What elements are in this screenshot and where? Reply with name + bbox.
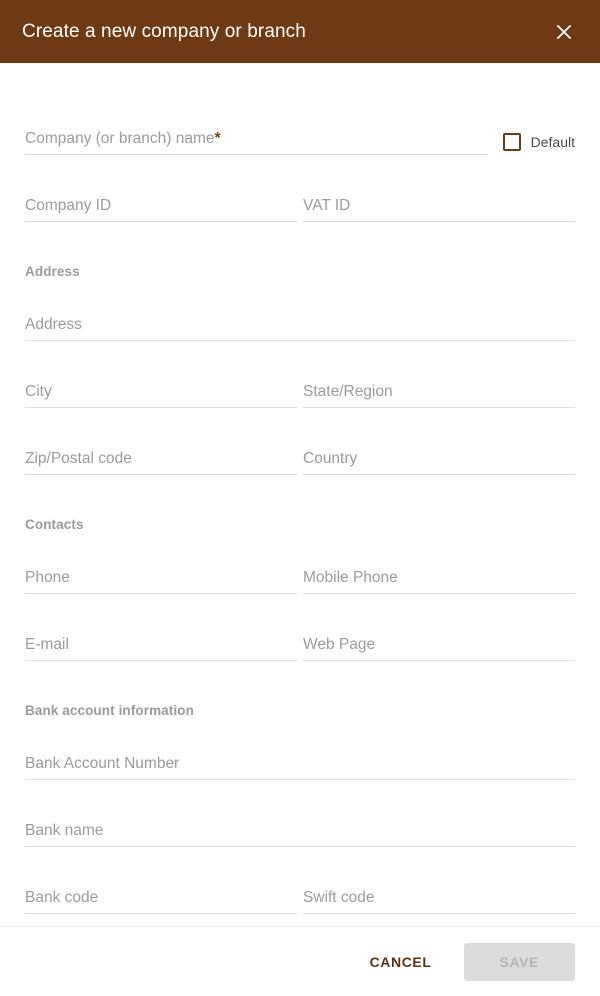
company-id-field[interactable]: Company ID (25, 194, 297, 222)
dialog-footer: CANCEL SAVE (0, 926, 600, 996)
swift-code-placeholder: Swift code (303, 889, 375, 906)
address-placeholder: Address (25, 316, 82, 333)
bank-section-header: Bank account information (25, 661, 575, 720)
default-checkbox-group[interactable]: Default (502, 133, 575, 155)
phone-row: Phone Mobile Phone (25, 534, 575, 594)
bank-account-number-row: Bank Account Number (25, 720, 575, 780)
dialog-header: Create a new company or branch (0, 0, 600, 63)
default-checkbox[interactable] (502, 133, 521, 151)
bank-section-title: Bank account information (25, 703, 194, 718)
identifiers-row: Company ID VAT ID (25, 155, 575, 222)
default-checkbox-label: Default (530, 134, 575, 150)
close-icon (554, 22, 574, 42)
zip-postal-code-placeholder: Zip/Postal code (25, 450, 132, 467)
city-state-row: City State/Region (25, 341, 575, 408)
state-region-field[interactable]: State/Region (303, 380, 575, 408)
zip-country-row: Zip/Postal code Country (25, 408, 575, 475)
dialog-title: Create a new company or branch (22, 20, 306, 42)
bank-name-placeholder: Bank name (25, 822, 104, 839)
company-name-placeholder: Company (or branch) name* (25, 130, 221, 147)
vat-id-field[interactable]: VAT ID (303, 194, 575, 222)
country-placeholder: Country (303, 450, 358, 467)
bank-name-field[interactable]: Bank name (25, 819, 575, 847)
bank-account-number-field[interactable]: Bank Account Number (25, 752, 575, 780)
create-company-dialog: Create a new company or branch Company (… (0, 0, 600, 996)
address-field[interactable]: Address (25, 313, 575, 341)
bank-codes-row: Bank code Swift code (25, 847, 575, 914)
city-field[interactable]: City (25, 380, 297, 408)
address-row: Address (25, 281, 575, 341)
email-placeholder: E-mail (25, 636, 69, 653)
contacts-section-title: Contacts (25, 517, 84, 532)
web-page-placeholder: Web Page (303, 636, 376, 653)
web-page-field[interactable]: Web Page (303, 633, 575, 661)
bank-account-number-placeholder: Bank Account Number (25, 755, 180, 772)
country-field[interactable]: Country (303, 447, 575, 475)
mobile-phone-field[interactable]: Mobile Phone (303, 566, 575, 594)
bank-name-row: Bank name (25, 780, 575, 847)
email-field[interactable]: E-mail (25, 633, 297, 661)
phone-placeholder: Phone (25, 569, 70, 586)
address-section-header: Address (25, 222, 575, 281)
required-marker: * (214, 130, 221, 147)
company-name-row: Company (or branch) name* Default (25, 64, 575, 155)
address-section-title: Address (25, 264, 80, 279)
vat-id-placeholder: VAT ID (303, 197, 351, 214)
mobile-phone-placeholder: Mobile Phone (303, 569, 398, 586)
state-region-placeholder: State/Region (303, 383, 393, 400)
company-id-placeholder: Company ID (25, 197, 112, 214)
close-dialog-button[interactable] (548, 16, 580, 48)
swift-code-field[interactable]: Swift code (303, 886, 575, 914)
email-web-row: E-mail Web Page (25, 594, 575, 661)
company-name-field[interactable]: Company (or branch) name* (25, 127, 488, 155)
bank-code-placeholder: Bank code (25, 889, 99, 906)
city-placeholder: City (25, 383, 52, 400)
phone-field[interactable]: Phone (25, 566, 297, 594)
contacts-section-header: Contacts (25, 475, 575, 534)
save-button[interactable]: SAVE (463, 942, 575, 981)
zip-postal-code-field[interactable]: Zip/Postal code (25, 447, 297, 475)
bank-code-field[interactable]: Bank code (25, 886, 297, 914)
cancel-button[interactable]: CANCEL (358, 944, 444, 980)
dialog-form-body: Company (or branch) name* Default Compan… (0, 63, 600, 926)
